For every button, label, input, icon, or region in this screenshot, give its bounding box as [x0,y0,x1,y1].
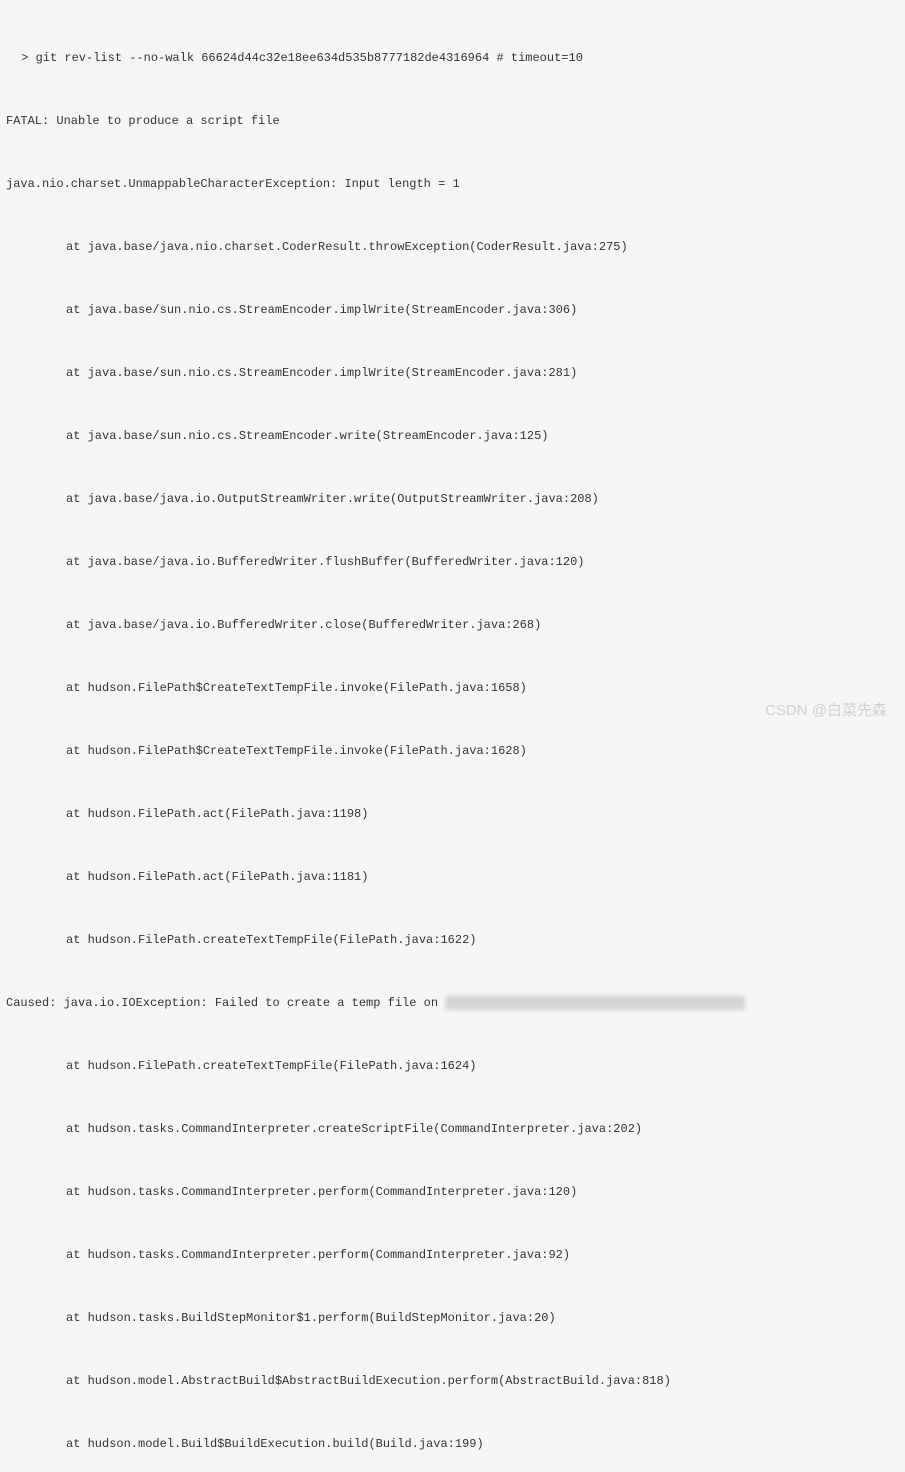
stack-trace-line: at java.base/java.nio.charset.CoderResul… [6,237,899,258]
stack-trace-line: at hudson.model.AbstractBuild$AbstractBu… [6,1371,899,1392]
exception-line: java.nio.charset.UnmappableCharacterExce… [6,174,899,195]
stack-trace-line: at java.base/java.io.BufferedWriter.flus… [6,552,899,573]
stack-trace-line: at java.base/sun.nio.cs.StreamEncoder.wr… [6,426,899,447]
stack-trace-line: at java.base/sun.nio.cs.StreamEncoder.im… [6,363,899,384]
stack-trace-line: at hudson.FilePath.createTextTempFile(Fi… [6,930,899,951]
stack-trace-line: at java.base/java.io.BufferedWriter.clos… [6,615,899,636]
caused-text: Caused: java.io.IOException: Failed to c… [6,996,445,1010]
caused-by-line: Caused: java.io.IOException: Failed to c… [6,993,899,1014]
redacted-path [445,996,745,1010]
console-log: > git rev-list --no-walk 66624d44c32e18e… [6,6,899,1472]
stack-trace-line: at hudson.tasks.CommandInterpreter.creat… [6,1119,899,1140]
fatal-line: FATAL: Unable to produce a script file [6,111,899,132]
stack-trace-line: at hudson.FilePath.act(FilePath.java:118… [6,867,899,888]
stack-trace-line: at hudson.FilePath$CreateTextTempFile.in… [6,741,899,762]
stack-trace-line: at hudson.FilePath.act(FilePath.java:119… [6,804,899,825]
stack-trace-line: at hudson.FilePath$CreateTextTempFile.in… [6,678,899,699]
stack-trace-line: at hudson.tasks.CommandInterpreter.perfo… [6,1245,899,1266]
stack-trace-line: at hudson.tasks.BuildStepMonitor$1.perfo… [6,1308,899,1329]
stack-trace-line: at hudson.FilePath.createTextTempFile(Fi… [6,1056,899,1077]
stack-trace-line: at hudson.tasks.CommandInterpreter.perfo… [6,1182,899,1203]
stack-trace-line: at hudson.model.Build$BuildExecution.bui… [6,1434,899,1455]
stack-trace-line: at java.base/sun.nio.cs.StreamEncoder.im… [6,300,899,321]
stack-trace-line: at java.base/java.io.OutputStreamWriter.… [6,489,899,510]
git-command-line: > git rev-list --no-walk 66624d44c32e18e… [6,48,899,69]
